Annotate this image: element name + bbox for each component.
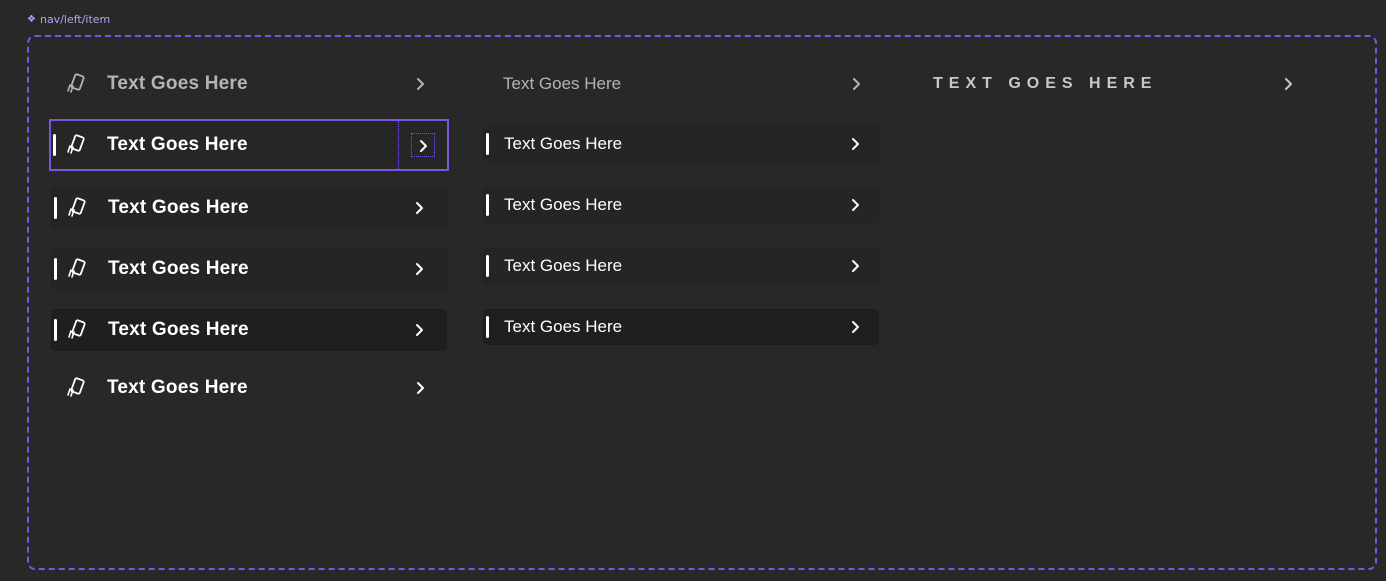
- active-indicator-bar: [486, 194, 489, 216]
- chevron-right-icon: [1285, 78, 1292, 90]
- chevron-right-icon: [852, 260, 859, 272]
- nav-item-label: Text Goes Here: [108, 258, 249, 279]
- active-indicator-bar: [486, 133, 489, 155]
- nav-item-label: Text Goes Here: [504, 256, 623, 275]
- nav-item-label: Text Goes Here: [107, 377, 248, 398]
- cards-icon: [68, 319, 86, 339]
- chevron-divider: [398, 121, 399, 169]
- active-indicator-bar: [486, 255, 489, 277]
- chevron-right-icon: [416, 202, 423, 214]
- chevron-right-icon: [417, 382, 424, 394]
- active-indicator-bar: [53, 134, 56, 156]
- active-indicator-bar: [54, 319, 57, 341]
- component-diamond-icon: ❖: [27, 14, 36, 25]
- nav-item-pressed[interactable]: Text Goes Here: [51, 309, 447, 351]
- nav-item-pressed[interactable]: Text Goes Here: [483, 309, 879, 345]
- active-indicator-bar: [54, 197, 57, 219]
- nav-item-label: Text Goes Here: [504, 317, 623, 336]
- cards-icon: [67, 377, 85, 397]
- nav-item-label: Text Goes Here: [503, 74, 622, 93]
- component-label-text: nav/left/item: [39, 13, 111, 26]
- nav-item-label: Text Goes Here: [504, 134, 623, 153]
- chevron-right-icon: [852, 199, 859, 211]
- nav-item-default[interactable]: Text Goes Here: [483, 63, 879, 105]
- nav-item-label: Text Goes Here: [107, 73, 248, 94]
- chevron-right-icon: [853, 78, 860, 90]
- nav-item-selected[interactable]: Text Goes Here: [49, 119, 449, 171]
- chevron-right-icon: [416, 263, 423, 275]
- cards-icon: [68, 197, 86, 217]
- chevron-right-icon: [420, 140, 427, 152]
- cards-icon: [68, 258, 86, 278]
- nav-item-label: Text Goes Here: [108, 197, 249, 218]
- nav-item-active[interactable]: Text Goes Here: [51, 248, 447, 290]
- cards-icon: [67, 73, 85, 93]
- active-indicator-bar: [486, 316, 489, 338]
- chevron-right-icon: [852, 321, 859, 333]
- nav-item-label: TEXT GOES HERE: [933, 75, 1158, 92]
- nav-item-label: Text Goes Here: [108, 319, 249, 340]
- cards-icon: [67, 134, 85, 154]
- nav-item-plain[interactable]: Text Goes Here: [51, 367, 447, 409]
- component-label: ❖ nav/left/item: [27, 13, 110, 26]
- component-frame: Text Goes Here Text Goes Here Text Goes …: [27, 35, 1377, 570]
- nav-item-label: Text Goes Here: [504, 195, 623, 214]
- chevron-right-icon: [852, 138, 859, 150]
- chevron-hit-area[interactable]: [411, 133, 435, 157]
- nav-item-hover[interactable]: Text Goes Here: [51, 187, 447, 229]
- chevron-right-icon: [417, 78, 424, 90]
- nav-item-label: Text Goes Here: [107, 134, 248, 155]
- nav-item-default[interactable]: Text Goes Here: [51, 63, 447, 105]
- nav-item-active[interactable]: Text Goes Here: [483, 187, 879, 223]
- nav-item-default[interactable]: TEXT GOES HERE: [927, 63, 1297, 105]
- active-indicator-bar: [54, 258, 57, 280]
- chevron-right-icon: [416, 324, 423, 336]
- nav-item-hover[interactable]: Text Goes Here: [483, 126, 879, 162]
- nav-item-focused[interactable]: Text Goes Here: [483, 248, 879, 284]
